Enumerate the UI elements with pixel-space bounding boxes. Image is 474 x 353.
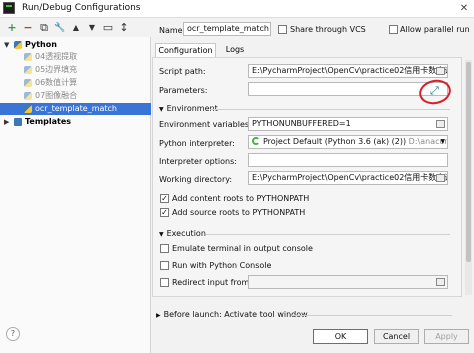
chevron-down-icon: ▼ — [159, 106, 164, 113]
edit-env-icon[interactable] — [436, 120, 445, 128]
python-icon — [24, 66, 32, 74]
env-vars-value: PYTHONUNBUFFERED=1 — [252, 119, 351, 128]
tab-configuration[interactable]: Configuration — [155, 43, 216, 57]
parameters-input[interactable] — [248, 82, 448, 96]
before-launch-label: Before launch: Activate tool window — [163, 310, 308, 319]
wrench-icon[interactable]: 🔧 — [54, 22, 66, 34]
expand-icon[interactable]: ⤢ — [430, 85, 439, 97]
window-title: Run/Debug Configurations — [22, 3, 141, 13]
tree-item-label: ocr_template_match — [35, 104, 117, 113]
scrollbar[interactable] — [465, 60, 472, 295]
script-path-label: Script path: — [159, 67, 206, 76]
python-icon — [24, 92, 32, 100]
allow-parallel-label: Allow parallel run — [400, 25, 470, 34]
content-roots-label: Add content roots to PYTHONPATH — [172, 194, 310, 203]
interpreter-label: Python interpreter: — [159, 139, 235, 148]
divider — [292, 315, 452, 316]
tree-item-label: 07图像融合 — [35, 91, 78, 100]
tree-item-label: 05边界填充 — [35, 65, 78, 74]
scrollbar-thumb[interactable] — [466, 62, 471, 262]
chevron-right-icon: ▶ — [156, 312, 161, 319]
tree-item-ocr-template-match[interactable]: ocr_template_match — [0, 103, 151, 115]
python-icon — [24, 105, 32, 113]
source-roots-label: Add source roots to PYTHONPATH — [172, 208, 306, 217]
python-icon — [24, 79, 32, 87]
sort-icon[interactable]: ↕ — [118, 22, 130, 34]
content-roots-checkbox[interactable]: ✓ — [160, 194, 169, 203]
folder-icon[interactable]: ▭ — [102, 22, 114, 34]
copy-icon[interactable]: ⧉ — [38, 22, 50, 34]
python-console-checkbox[interactable] — [160, 261, 169, 270]
env-vars-label: Environment variables: — [159, 120, 252, 129]
emulate-terminal-checkbox[interactable] — [160, 244, 169, 253]
tree-group-label: Templates — [25, 117, 72, 126]
interpreter-select[interactable]: Project Default (Python 3.6 (ak) (2)) D:… — [248, 135, 448, 149]
tree-group-label: Python — [25, 40, 57, 49]
python-icon — [14, 41, 22, 49]
interpreter-value: Project Default (Python 3.6 (ak) (2)) — [263, 137, 407, 146]
interpreter-options-input[interactable] — [248, 153, 448, 167]
close-icon[interactable]: ✕ — [454, 0, 474, 18]
tree-item-label: 06数值计算 — [35, 78, 78, 87]
redirect-input-label: Redirect input from: — [172, 278, 252, 287]
cancel-button[interactable]: Cancel — [374, 329, 419, 344]
app-icon — [3, 2, 15, 14]
share-vcs-checkbox[interactable] — [278, 25, 287, 34]
move-down-icon[interactable]: ▼ — [86, 22, 98, 34]
plus-icon[interactable]: + — [6, 22, 18, 34]
name-input[interactable]: ocr_template_match — [183, 22, 271, 36]
divider — [210, 109, 450, 110]
environment-section-header[interactable]: ▼ Environment — [159, 104, 218, 113]
title-bar: Run/Debug Configurations ✕ — [0, 0, 474, 18]
chevron-down-icon[interactable]: ▼ — [440, 136, 445, 148]
working-dir-label: Working directory: — [159, 175, 233, 184]
redirect-input-checkbox[interactable] — [160, 278, 169, 287]
execution-section-label: Execution — [166, 229, 206, 238]
chevron-down-icon: ▼ — [159, 231, 164, 238]
tree-group-templates[interactable]: ▶ Templates — [0, 116, 151, 128]
tree-item-04[interactable]: 04透视提取 — [0, 51, 151, 63]
execution-section-header[interactable]: ▼ Execution — [159, 229, 206, 238]
interpreter-options-label: Interpreter options: — [159, 157, 237, 166]
move-up-icon[interactable]: ▲ — [70, 22, 82, 34]
redirect-input-field[interactable] — [248, 275, 448, 289]
browse-folder-icon[interactable] — [436, 174, 445, 182]
minus-icon[interactable]: − — [22, 22, 34, 34]
tree-toolbar: + − ⧉ 🔧 ▲ ▼ ▭ ↕ — [0, 19, 151, 37]
help-icon[interactable]: ? — [6, 327, 20, 341]
configuration-tree: ▼ Python 04透视提取 05边界填充 06数值计算 07图像融合 ocr… — [0, 37, 151, 353]
chevron-right-icon[interactable]: ▶ — [4, 116, 12, 128]
allow-parallel-checkbox[interactable] — [389, 25, 398, 34]
templates-icon — [14, 118, 22, 126]
working-dir-input[interactable]: E:\PycharmProject\OpenCv\practice02信用卡数字… — [248, 171, 448, 185]
emulate-terminal-label: Emulate terminal in output console — [172, 244, 313, 253]
tree-item-05[interactable]: 05边界填充 — [0, 64, 151, 76]
tab-logs[interactable]: Logs — [220, 43, 250, 57]
source-roots-checkbox[interactable]: ✓ — [160, 208, 169, 217]
tree-item-label: 04透视提取 — [35, 52, 78, 61]
python-icon — [24, 53, 32, 61]
tree-group-python[interactable]: ▼ Python — [0, 39, 151, 51]
script-path-input[interactable]: E:\PycharmProject\OpenCv\practice02信用卡数字… — [248, 64, 448, 78]
python-console-label: Run with Python Console — [172, 261, 272, 270]
before-launch-header[interactable]: ▶ Before launch: Activate tool window — [156, 310, 308, 319]
name-label: Name: — [159, 26, 186, 35]
tree-item-07[interactable]: 07图像融合 — [0, 90, 151, 102]
working-dir-value: E:\PycharmProject\OpenCv\practice02信用卡数字… — [252, 173, 448, 182]
interpreter-icon — [252, 137, 260, 145]
parameters-label: Parameters: — [159, 86, 208, 95]
browse-folder-icon[interactable] — [436, 278, 445, 286]
ok-button[interactable]: OK — [313, 329, 368, 344]
share-vcs-label: Share through VCS — [290, 25, 366, 34]
divider — [206, 234, 450, 235]
browse-folder-icon[interactable] — [436, 67, 445, 75]
env-vars-input[interactable]: PYTHONUNBUFFERED=1 — [248, 117, 448, 131]
tree-item-06[interactable]: 06数值计算 — [0, 77, 151, 89]
script-path-value: E:\PycharmProject\OpenCv\practice02信用卡数字… — [252, 66, 448, 75]
chevron-down-icon[interactable]: ▼ — [4, 39, 12, 51]
apply-button[interactable]: Apply — [424, 329, 469, 344]
